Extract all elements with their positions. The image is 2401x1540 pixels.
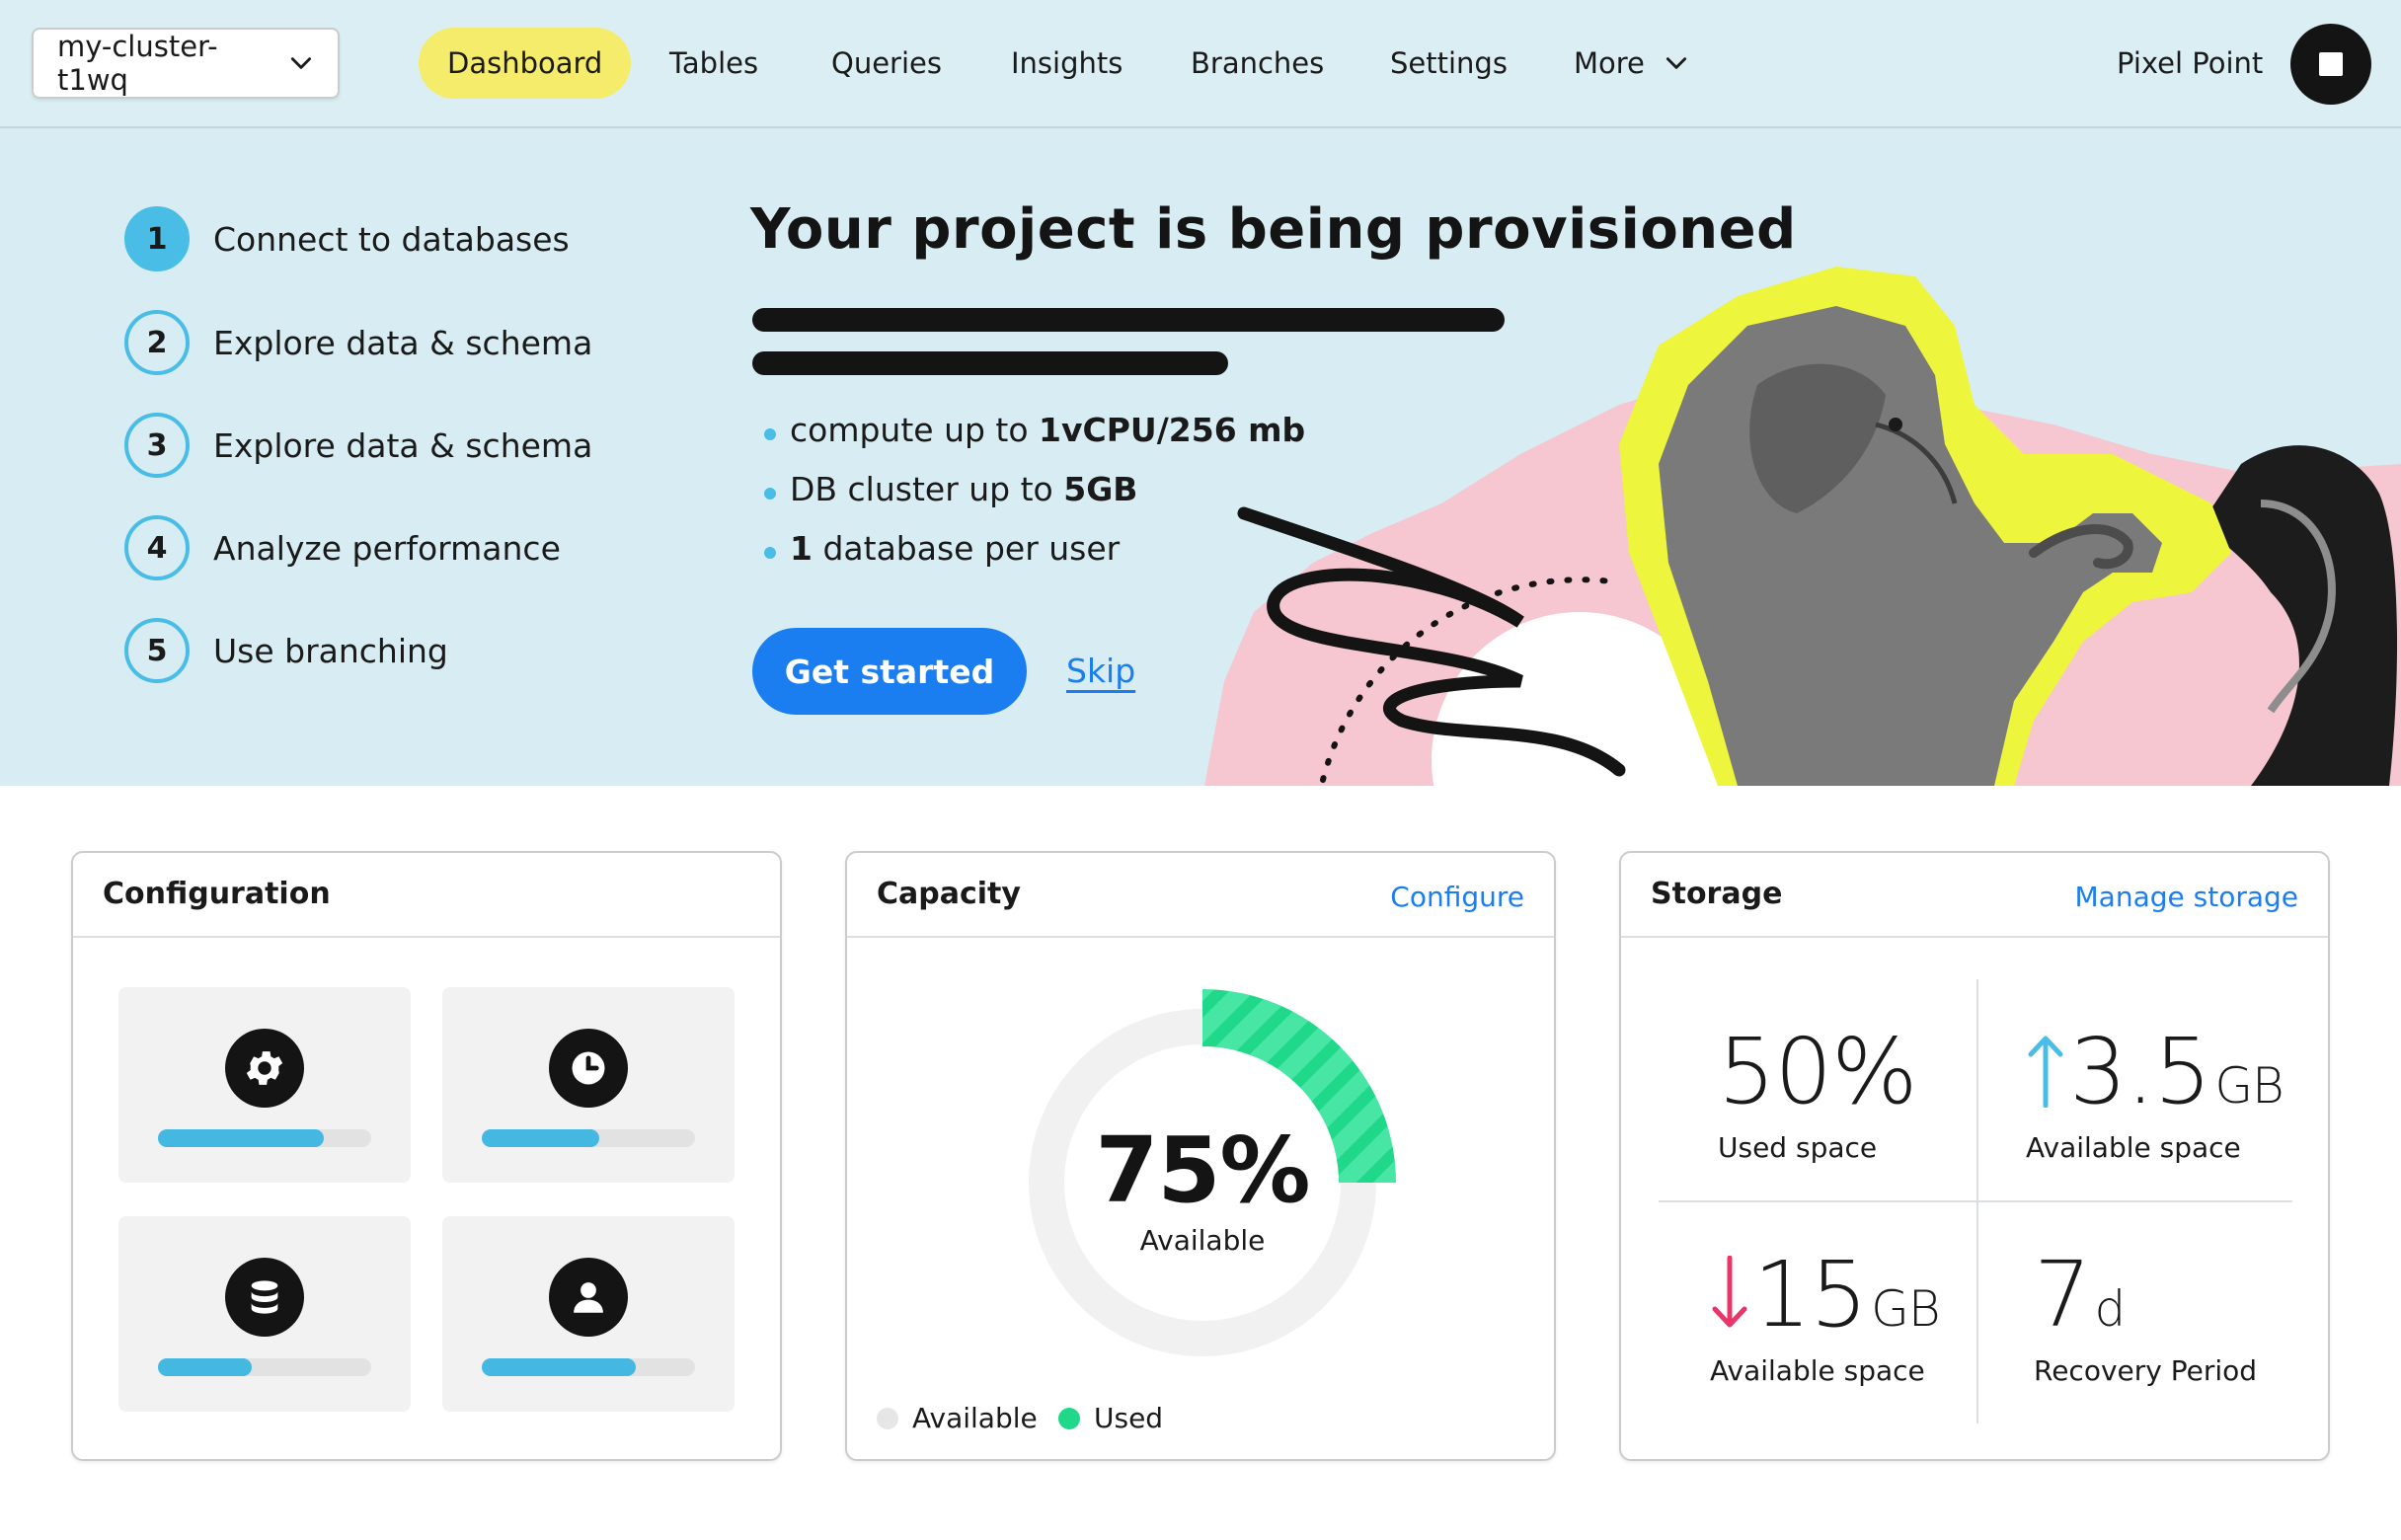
skip-link[interactable]: Skip <box>1066 652 1135 690</box>
nav-tab-more[interactable]: More <box>1574 28 1689 99</box>
capacity-card: Capacity Configure 75% Available Availab… <box>845 851 1556 1461</box>
step-label: Connect to databases <box>213 219 570 259</box>
step-number: 5 <box>124 618 190 683</box>
nav-tab-label: Dashboard <box>447 46 603 80</box>
card-title: Configuration <box>103 877 331 911</box>
config-progress <box>482 1358 695 1376</box>
card-header: Capacity Configure <box>847 853 1554 938</box>
user-name: Pixel Point <box>2117 46 2264 80</box>
square-icon <box>2319 52 2343 76</box>
feature-item: 1 database per user <box>763 529 1121 568</box>
stat-label: Available space <box>2026 1131 2241 1164</box>
step-number: 4 <box>124 515 190 580</box>
nav-tab-branches[interactable]: Branches <box>1191 28 1324 99</box>
stat-available-space: 3.5GB Available space <box>2026 1027 2285 1165</box>
chevron-down-icon <box>1666 57 1687 69</box>
clock-icon <box>549 1029 628 1108</box>
arrow-up-icon <box>2028 1036 2063 1108</box>
config-tile-schedule[interactable] <box>442 987 735 1183</box>
card-title: Capacity <box>877 877 1021 911</box>
stat-used-space: 50% Used space <box>1718 1019 1920 1165</box>
legend-item-available: Available <box>877 1402 1038 1434</box>
onboarding-hero: 1 Connect to databases 2 Explore data & … <box>0 128 2401 786</box>
nav-tab-label: More <box>1574 46 1645 80</box>
config-progress-fill <box>482 1129 599 1147</box>
config-progress-fill <box>158 1358 253 1376</box>
chevron-down-icon <box>290 57 312 69</box>
stat-label: Recovery Period <box>2034 1354 2258 1387</box>
config-tile-database[interactable] <box>118 1216 411 1412</box>
stat-value: 15GB <box>1710 1250 1941 1341</box>
card-header: Configuration <box>73 853 780 938</box>
capacity-value-label: Available <box>1139 1224 1266 1257</box>
config-tile-users[interactable] <box>442 1216 735 1412</box>
legend-item-used: Used <box>1058 1402 1163 1434</box>
stat-value: 3.5GB <box>2026 1027 2285 1117</box>
user-avatar-button[interactable] <box>2290 24 2371 105</box>
nav-tab-dashboard[interactable]: Dashboard <box>419 28 632 99</box>
get-started-button[interactable]: Get started <box>752 628 1027 715</box>
step-number: 2 <box>124 310 190 375</box>
capacity-value: 75% <box>1095 1117 1310 1223</box>
stat-label: Used space <box>1718 1131 1878 1164</box>
cluster-select-value: my-cluster-t1wq <box>57 30 218 97</box>
step-branching[interactable]: 5 Use branching <box>124 618 448 683</box>
stat-available-space-down: 15GB Available space <box>1710 1250 1941 1388</box>
stat-value: 7d <box>2034 1242 2126 1348</box>
legend-label: Used <box>1094 1402 1164 1434</box>
storage-card: Storage Manage storage 50% Used space 3.… <box>1619 851 2330 1461</box>
config-progress-fill <box>482 1358 636 1376</box>
step-number: 1 <box>124 206 190 271</box>
config-progress <box>482 1129 695 1147</box>
legend-dot <box>877 1407 898 1429</box>
nav-tab-insights[interactable]: Insights <box>1011 28 1123 99</box>
step-number: 3 <box>124 413 190 478</box>
config-progress <box>158 1129 371 1147</box>
elephant-illustration <box>1204 267 2401 786</box>
nav-tab-queries[interactable]: Queries <box>831 28 942 99</box>
step-label: Explore data & schema <box>213 323 593 362</box>
divider <box>1659 1200 2292 1202</box>
stat-value: 50% <box>1718 1019 1917 1124</box>
nav-tab-label: Branches <box>1191 46 1325 80</box>
user-icon <box>549 1258 628 1337</box>
nav-tab-label: Queries <box>831 46 942 80</box>
step-analyze[interactable]: 4 Analyze performance <box>124 515 561 580</box>
step-explore-2[interactable]: 3 Explore data & schema <box>124 413 592 478</box>
card-title: Storage <box>1651 877 1783 911</box>
database-icon <box>225 1258 304 1337</box>
manage-storage-link[interactable]: Manage storage <box>2075 881 2299 913</box>
config-tile-settings[interactable] <box>118 987 411 1183</box>
gear-icon <box>225 1029 304 1108</box>
cluster-select[interactable]: my-cluster-t1wq <box>32 28 340 99</box>
config-progress-fill <box>158 1129 325 1147</box>
nav-tab-settings[interactable]: Settings <box>1390 28 1508 99</box>
config-progress <box>158 1358 371 1376</box>
legend-label: Available <box>912 1402 1038 1434</box>
step-label: Analyze performance <box>213 528 561 568</box>
legend-dot <box>1058 1407 1080 1429</box>
step-label: Explore data & schema <box>213 425 593 465</box>
stat-label: Available space <box>1710 1354 1925 1387</box>
stat-recovery-period: 7d Recovery Period <box>2034 1242 2258 1388</box>
step-label: Use branching <box>213 631 448 670</box>
step-explore[interactable]: 2 Explore data & schema <box>124 310 592 375</box>
feature-item: DB cluster up to 5GB <box>763 470 1138 508</box>
top-nav: my-cluster-t1wq Dashboard Tables Queries… <box>0 0 2401 128</box>
configuration-card: Configuration <box>71 851 782 1461</box>
arrow-down-icon <box>1712 1256 1747 1328</box>
nav-tab-label: Tables <box>669 46 759 80</box>
nav-tab-label: Settings <box>1390 46 1508 80</box>
card-header: Storage Manage storage <box>1621 853 2328 938</box>
nav-tab-label: Insights <box>1011 46 1123 80</box>
nav-tab-tables[interactable]: Tables <box>669 28 758 99</box>
step-connect[interactable]: 1 Connect to databases <box>124 206 570 271</box>
loading-bar-short <box>752 351 1228 375</box>
configure-link[interactable]: Configure <box>1390 881 1524 913</box>
